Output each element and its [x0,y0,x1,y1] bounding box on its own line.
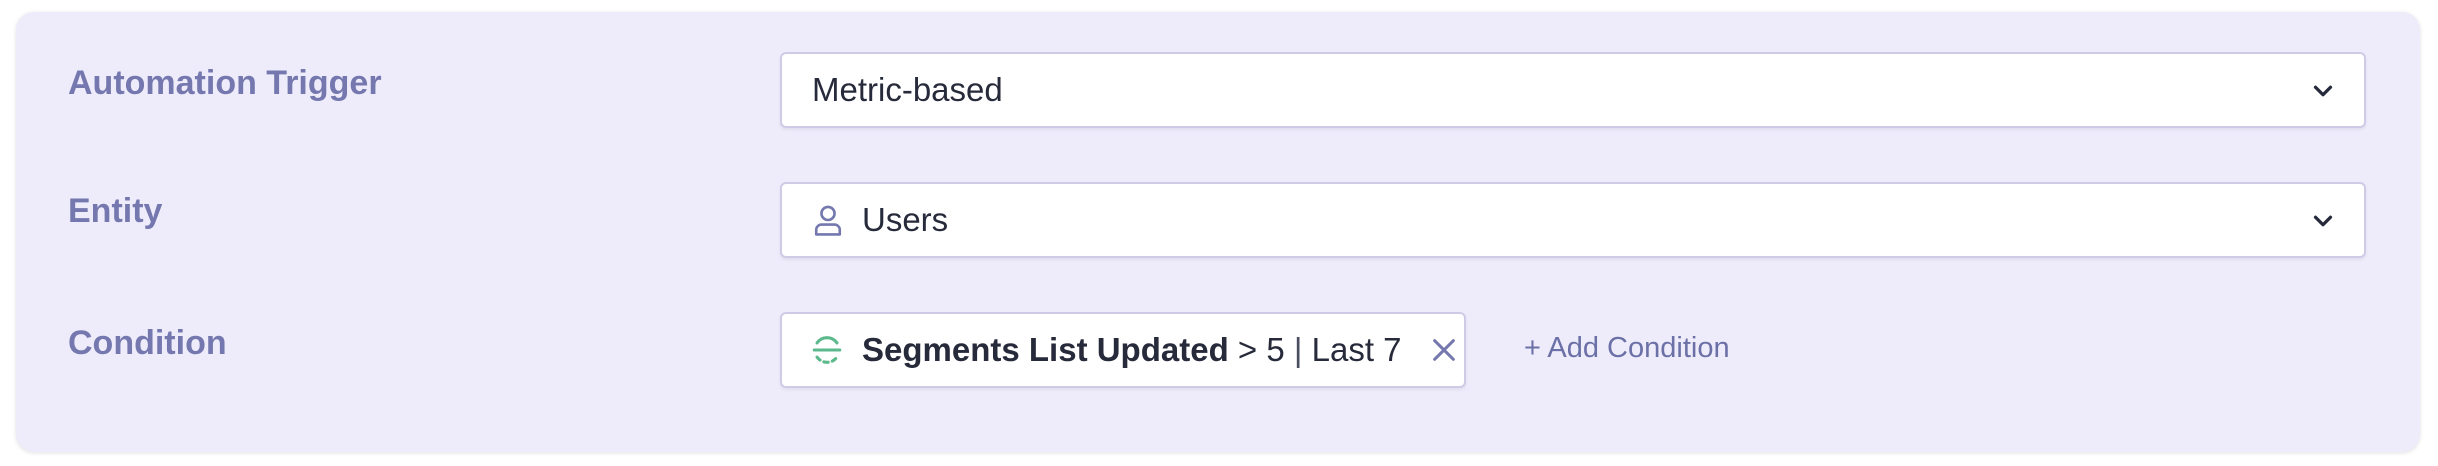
segments-icon [812,336,842,364]
close-icon[interactable] [1430,336,1458,364]
condition-operator: > 5 [1228,331,1294,368]
entity-value: Users [862,201,949,238]
condition-chip[interactable]: Segments List Updated > 5 | Last 7 [780,312,1466,388]
condition-name: Segments List Updated [862,331,1229,368]
entity-label: Entity [68,192,163,230]
condition-period: Last 7 [1302,331,1402,368]
condition-separator: | [1293,331,1303,368]
automation-trigger-select[interactable]: Metric-based [780,52,2366,128]
condition-label: Condition [68,324,227,362]
automation-trigger-value: Metric-based [812,71,1003,108]
chevron-down-icon [2313,215,2333,227]
entity-select[interactable]: Users [780,182,2366,258]
add-condition-button[interactable]: + Add Condition [1524,332,1730,365]
automation-trigger-label: Automation Trigger [68,64,382,102]
chevron-down-icon [2313,85,2333,97]
automation-settings-panel: Automation Trigger Metric-based Entity U… [16,12,2420,452]
user-icon [814,205,842,236]
